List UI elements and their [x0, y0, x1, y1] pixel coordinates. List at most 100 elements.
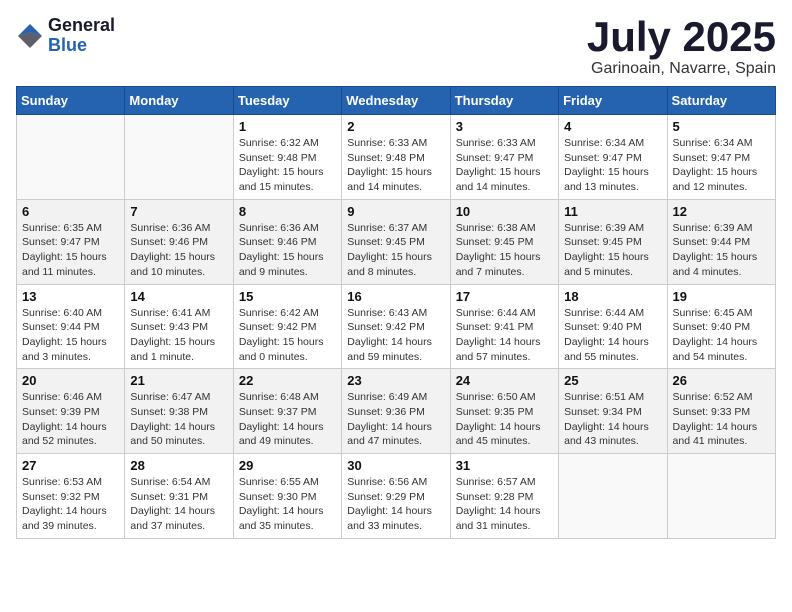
day-info: Sunrise: 6:32 AM Sunset: 9:48 PM Dayligh…: [239, 136, 336, 195]
location: Garinoain, Navarre, Spain: [587, 60, 776, 78]
day-number: 14: [130, 289, 227, 304]
weekday-header-sunday: Sunday: [17, 87, 125, 115]
calendar-week-row: 1 Sunrise: 6:32 AM Sunset: 9:48 PM Daylig…: [17, 115, 776, 200]
calendar-day-cell: 8Sunrise: 6:36 AM Sunset: 9:46 PM Daylig…: [233, 199, 341, 284]
day-number: 10: [456, 204, 553, 219]
weekday-header-saturday: Saturday: [667, 87, 775, 115]
calendar-day-cell: 12 Sunrise: 6:39 AM Sunset: 9:44 PM Dayli…: [667, 199, 775, 284]
calendar-week-row: 13 Sunrise: 6:40 AM Sunset: 9:44 PM Dayli…: [17, 284, 776, 369]
calendar-day-cell: 1 Sunrise: 6:32 AM Sunset: 9:48 PM Daylig…: [233, 115, 341, 200]
day-info: Sunrise: 6:41 AM Sunset: 9:43 PM Dayligh…: [130, 306, 227, 365]
day-info: Sunrise: 6:55 AM Sunset: 9:30 PM Dayligh…: [239, 475, 336, 534]
day-number: 30: [347, 458, 444, 473]
calendar-day-cell: 18Sunrise: 6:44 AM Sunset: 9:40 PM Dayli…: [559, 284, 667, 369]
day-number: 19: [673, 289, 770, 304]
logo: General Blue: [16, 16, 115, 56]
day-number: 17: [456, 289, 553, 304]
day-number: 26: [673, 373, 770, 388]
day-number: 29: [239, 458, 336, 473]
day-number: 9: [347, 204, 444, 219]
day-number: 1: [239, 119, 336, 134]
calendar-week-row: 20 Sunrise: 6:46 AM Sunset: 9:39 PM Dayli…: [17, 369, 776, 454]
calendar-day-cell: 23 Sunrise: 6:49 AM Sunset: 9:36 PM Dayli…: [342, 369, 450, 454]
day-number: 6: [22, 204, 119, 219]
day-number: 25: [564, 373, 661, 388]
day-number: 20: [22, 373, 119, 388]
calendar-day-cell: [667, 454, 775, 539]
calendar-day-cell: 17 Sunrise: 6:44 AM Sunset: 9:41 PM Dayli…: [450, 284, 558, 369]
day-info: Sunrise: 6:34 AM Sunset: 9:47 PM Dayligh…: [564, 136, 661, 195]
day-number: 18: [564, 289, 661, 304]
calendar-day-cell: 30 Sunrise: 6:56 AM Sunset: 9:29 PM Dayli…: [342, 454, 450, 539]
weekday-header-row: SundayMondayTuesdayWednesdayThursdayFrid…: [17, 87, 776, 115]
day-number: 12: [673, 204, 770, 219]
calendar-day-cell: 21 Sunrise: 6:47 AM Sunset: 9:38 PM Dayli…: [125, 369, 233, 454]
calendar-day-cell: 14 Sunrise: 6:41 AM Sunset: 9:43 PM Dayli…: [125, 284, 233, 369]
day-number: 13: [22, 289, 119, 304]
day-info: Sunrise: 6:44 AM Sunset: 9:41 PM Dayligh…: [456, 306, 553, 365]
day-info: Sunrise: 6:36 AM Sunset: 9:46 PM Dayligh…: [130, 221, 227, 280]
day-number: 3: [456, 119, 553, 134]
logo-text: General Blue: [48, 16, 115, 56]
day-info: Sunrise: 6:48 AM Sunset: 9:37 PM Dayligh…: [239, 390, 336, 449]
calendar-day-cell: 19 Sunrise: 6:45 AM Sunset: 9:40 PM Dayli…: [667, 284, 775, 369]
day-number: 4: [564, 119, 661, 134]
calendar-day-cell: 31Sunrise: 6:57 AM Sunset: 9:28 PM Dayli…: [450, 454, 558, 539]
calendar-day-cell: 7Sunrise: 6:36 AM Sunset: 9:46 PM Daylig…: [125, 199, 233, 284]
day-info: Sunrise: 6:52 AM Sunset: 9:33 PM Dayligh…: [673, 390, 770, 449]
calendar-day-cell: 3Sunrise: 6:33 AM Sunset: 9:47 PM Daylig…: [450, 115, 558, 200]
page-header: General Blue July 2025 Garinoain, Navarr…: [16, 16, 776, 78]
calendar-day-cell: 22 Sunrise: 6:48 AM Sunset: 9:37 PM Dayli…: [233, 369, 341, 454]
day-info: Sunrise: 6:37 AM Sunset: 9:45 PM Dayligh…: [347, 221, 444, 280]
day-info: Sunrise: 6:51 AM Sunset: 9:34 PM Dayligh…: [564, 390, 661, 449]
day-info: Sunrise: 6:43 AM Sunset: 9:42 PM Dayligh…: [347, 306, 444, 365]
calendar-day-cell: 6 Sunrise: 6:35 AM Sunset: 9:47 PM Daylig…: [17, 199, 125, 284]
month-title: July 2025: [587, 16, 776, 58]
calendar-day-cell: 29 Sunrise: 6:55 AM Sunset: 9:30 PM Dayli…: [233, 454, 341, 539]
day-info: Sunrise: 6:47 AM Sunset: 9:38 PM Dayligh…: [130, 390, 227, 449]
day-info: Sunrise: 6:35 AM Sunset: 9:47 PM Dayligh…: [22, 221, 119, 280]
day-number: 23: [347, 373, 444, 388]
day-info: Sunrise: 6:34 AM Sunset: 9:47 PM Dayligh…: [673, 136, 770, 195]
day-number: 22: [239, 373, 336, 388]
calendar-day-cell: 16 Sunrise: 6:43 AM Sunset: 9:42 PM Dayli…: [342, 284, 450, 369]
weekday-header-tuesday: Tuesday: [233, 87, 341, 115]
day-info: Sunrise: 6:36 AM Sunset: 9:46 PM Dayligh…: [239, 221, 336, 280]
day-number: 24: [456, 373, 553, 388]
calendar-table: SundayMondayTuesdayWednesdayThursdayFrid…: [16, 86, 776, 539]
day-number: 16: [347, 289, 444, 304]
calendar-day-cell: 24Sunrise: 6:50 AM Sunset: 9:35 PM Dayli…: [450, 369, 558, 454]
calendar-week-row: 6 Sunrise: 6:35 AM Sunset: 9:47 PM Daylig…: [17, 199, 776, 284]
calendar-day-cell: 25 Sunrise: 6:51 AM Sunset: 9:34 PM Dayli…: [559, 369, 667, 454]
calendar-day-cell: 27Sunrise: 6:53 AM Sunset: 9:32 PM Dayli…: [17, 454, 125, 539]
calendar-week-row: 27Sunrise: 6:53 AM Sunset: 9:32 PM Dayli…: [17, 454, 776, 539]
day-info: Sunrise: 6:49 AM Sunset: 9:36 PM Dayligh…: [347, 390, 444, 449]
day-info: Sunrise: 6:57 AM Sunset: 9:28 PM Dayligh…: [456, 475, 553, 534]
calendar-day-cell: 2 Sunrise: 6:33 AM Sunset: 9:48 PM Daylig…: [342, 115, 450, 200]
calendar-day-cell: 13 Sunrise: 6:40 AM Sunset: 9:44 PM Dayli…: [17, 284, 125, 369]
day-info: Sunrise: 6:46 AM Sunset: 9:39 PM Dayligh…: [22, 390, 119, 449]
calendar-day-cell: 26 Sunrise: 6:52 AM Sunset: 9:33 PM Dayli…: [667, 369, 775, 454]
logo-general: General: [48, 16, 115, 36]
day-info: Sunrise: 6:33 AM Sunset: 9:48 PM Dayligh…: [347, 136, 444, 195]
calendar-day-cell: 20 Sunrise: 6:46 AM Sunset: 9:39 PM Dayli…: [17, 369, 125, 454]
day-info: Sunrise: 6:45 AM Sunset: 9:40 PM Dayligh…: [673, 306, 770, 365]
weekday-header-monday: Monday: [125, 87, 233, 115]
day-info: Sunrise: 6:38 AM Sunset: 9:45 PM Dayligh…: [456, 221, 553, 280]
logo-blue: Blue: [48, 36, 115, 56]
day-number: 21: [130, 373, 227, 388]
day-number: 5: [673, 119, 770, 134]
calendar-day-cell: [17, 115, 125, 200]
weekday-header-wednesday: Wednesday: [342, 87, 450, 115]
title-block: July 2025 Garinoain, Navarre, Spain: [587, 16, 776, 78]
calendar-day-cell: 9 Sunrise: 6:37 AM Sunset: 9:45 PM Daylig…: [342, 199, 450, 284]
calendar-day-cell: 5 Sunrise: 6:34 AM Sunset: 9:47 PM Daylig…: [667, 115, 775, 200]
day-info: Sunrise: 6:40 AM Sunset: 9:44 PM Dayligh…: [22, 306, 119, 365]
calendar-day-cell: 11Sunrise: 6:39 AM Sunset: 9:45 PM Dayli…: [559, 199, 667, 284]
calendar-day-cell: 10 Sunrise: 6:38 AM Sunset: 9:45 PM Dayli…: [450, 199, 558, 284]
day-number: 27: [22, 458, 119, 473]
day-number: 2: [347, 119, 444, 134]
day-info: Sunrise: 6:39 AM Sunset: 9:45 PM Dayligh…: [564, 221, 661, 280]
day-info: Sunrise: 6:39 AM Sunset: 9:44 PM Dayligh…: [673, 221, 770, 280]
day-info: Sunrise: 6:56 AM Sunset: 9:29 PM Dayligh…: [347, 475, 444, 534]
